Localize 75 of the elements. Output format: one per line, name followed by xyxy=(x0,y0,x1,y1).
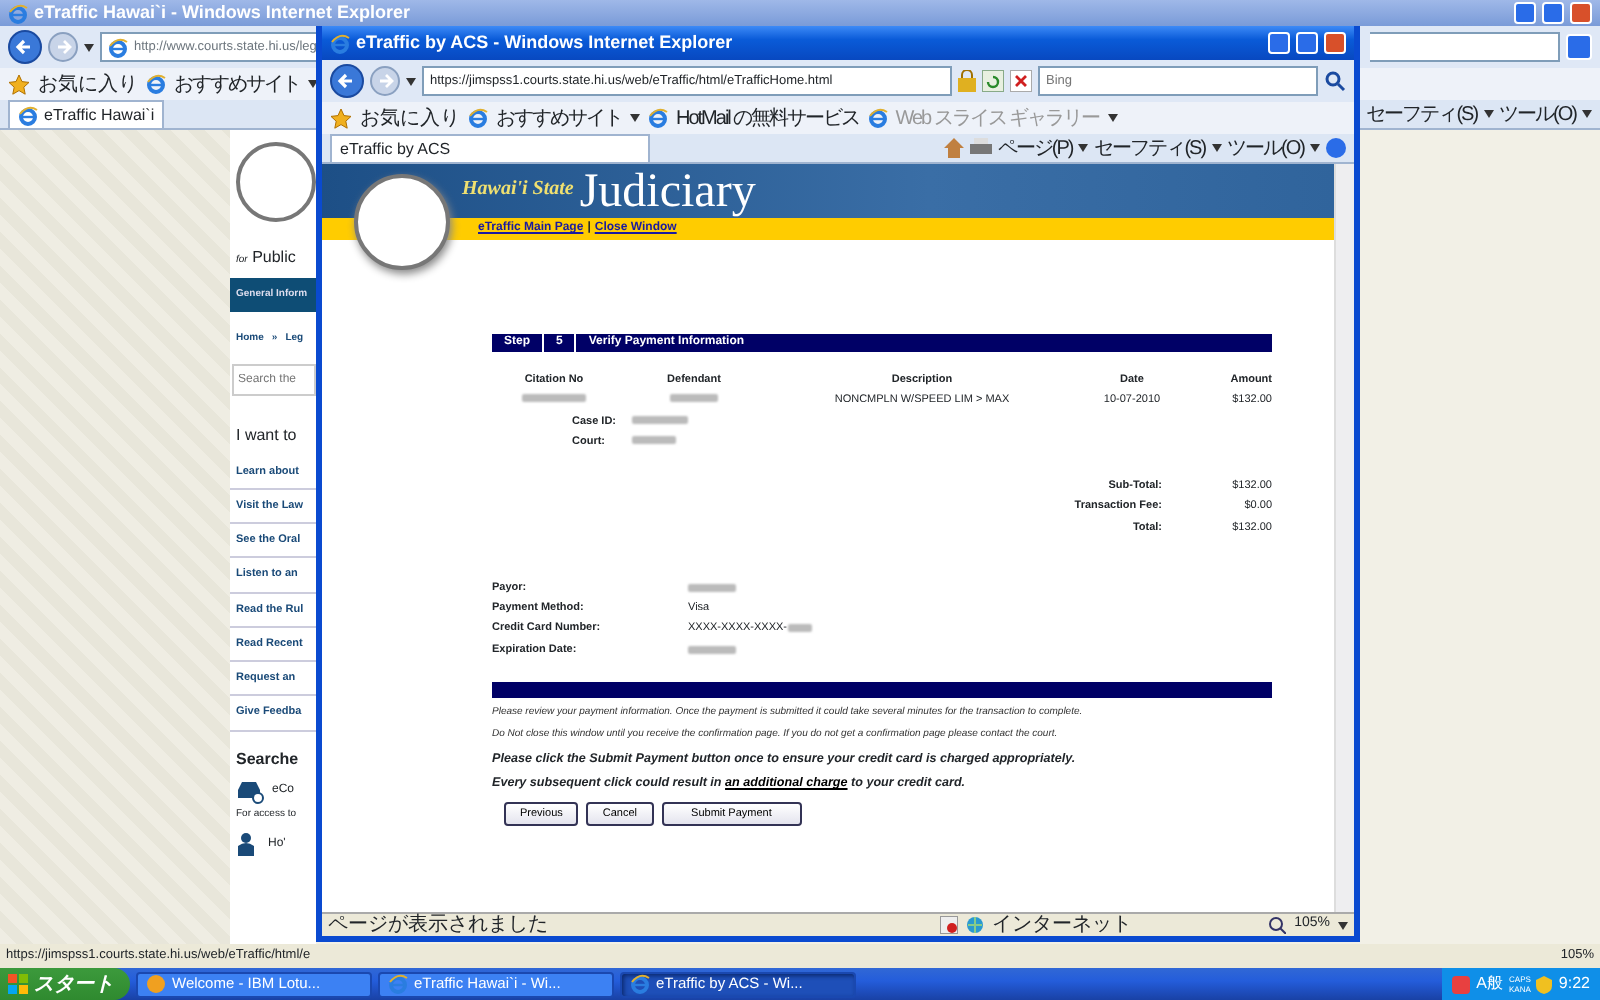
refresh-icon[interactable] xyxy=(982,70,1004,92)
globe-icon xyxy=(146,974,166,994)
clock: 9:22 xyxy=(1558,972,1590,996)
caret-icon[interactable] xyxy=(630,114,640,122)
redacted-text xyxy=(670,394,718,403)
minimize-button[interactable] xyxy=(1514,2,1536,24)
restore-button[interactable] xyxy=(1542,2,1564,24)
window-title: eTraffic Hawai`i - Windows Internet Explorer xyxy=(34,0,410,26)
ie-icon xyxy=(468,108,488,128)
ie-icon xyxy=(330,33,350,53)
command-menu[interactable]: セーフティ(S) xyxy=(1094,133,1206,163)
car-icon xyxy=(236,779,264,803)
redacted-text xyxy=(522,394,586,403)
favorites-button[interactable]: お気に入り xyxy=(8,69,138,99)
zoom-icon[interactable] xyxy=(1268,916,1287,934)
ie-icon xyxy=(8,3,28,23)
globe-icon xyxy=(966,916,985,934)
stop-icon[interactable] xyxy=(1010,70,1032,92)
ie-icon xyxy=(630,974,650,994)
ie-icon xyxy=(388,974,408,994)
redacted-text xyxy=(688,645,736,654)
back-icon[interactable] xyxy=(8,30,42,64)
caret-icon[interactable] xyxy=(1211,144,1222,152)
command-menu[interactable]: ツール(O) xyxy=(1227,133,1304,163)
start-button[interactable]: スタート xyxy=(0,968,130,1000)
favorites-button[interactable]: お気に入り xyxy=(330,103,460,133)
person-icon xyxy=(236,832,260,856)
ie-icon xyxy=(867,108,888,128)
maximize-button[interactable] xyxy=(1296,32,1318,54)
section-heading: Searche xyxy=(236,747,301,771)
favorites-link[interactable]: HotMail の無料サービス xyxy=(676,103,860,133)
back-icon[interactable] xyxy=(330,64,364,98)
window-title: eTraffic by ACS - Windows Internet Explorer xyxy=(356,29,733,56)
star-icon[interactable] xyxy=(8,73,30,95)
search-icon[interactable] xyxy=(1324,70,1346,92)
command-menu[interactable]: ページ(P) xyxy=(997,133,1073,163)
favorites-link[interactable]: おすすめサイト xyxy=(496,103,622,133)
caret-icon[interactable] xyxy=(1078,144,1089,152)
caret-icon[interactable] xyxy=(1310,144,1320,152)
command-menu[interactable]: セーフティ(S) xyxy=(1366,99,1478,129)
caret-icon[interactable] xyxy=(1338,921,1348,929)
browser-tab[interactable]: eTraffic Hawai`i xyxy=(8,100,165,128)
caret-icon[interactable] xyxy=(1582,110,1592,118)
star-icon[interactable] xyxy=(330,107,352,129)
printer-icon[interactable] xyxy=(969,138,992,158)
ie-icon xyxy=(648,108,668,128)
lock-icon[interactable] xyxy=(958,70,976,92)
redacted-text xyxy=(632,435,676,444)
scrollbar[interactable] xyxy=(1334,164,1354,912)
home-icon[interactable] xyxy=(943,138,964,158)
section-heading: I want to xyxy=(236,423,299,447)
brand-tagline: Hawai'i State xyxy=(462,176,574,204)
status-text: ページが表示されました xyxy=(328,911,548,940)
redacted-text xyxy=(688,583,736,592)
redacted-text xyxy=(787,624,812,633)
windows-logo-icon xyxy=(8,974,28,994)
security-zone: インターネット xyxy=(992,912,1133,940)
command-menu[interactable]: ツール(O) xyxy=(1499,99,1576,129)
blocked-icon xyxy=(940,916,959,934)
favorites-link[interactable]: おすすめサイト xyxy=(174,69,300,99)
close-button[interactable] xyxy=(1324,32,1346,54)
minimize-button[interactable] xyxy=(1268,32,1290,54)
caret-icon[interactable] xyxy=(1483,110,1494,118)
ie-icon xyxy=(146,74,166,94)
caret-icon[interactable] xyxy=(84,43,94,51)
caret-icon[interactable] xyxy=(308,80,318,88)
redacted-text xyxy=(632,415,688,423)
search-button[interactable] xyxy=(1566,34,1592,60)
caret-icon[interactable] xyxy=(406,77,416,85)
browser-tab[interactable]: eTraffic by ACS xyxy=(330,134,650,162)
help-icon[interactable] xyxy=(1326,138,1346,158)
ie-icon xyxy=(18,105,38,125)
brand-name: Judiciary xyxy=(579,166,756,218)
close-button[interactable] xyxy=(1570,2,1592,24)
ie-icon xyxy=(108,37,128,57)
